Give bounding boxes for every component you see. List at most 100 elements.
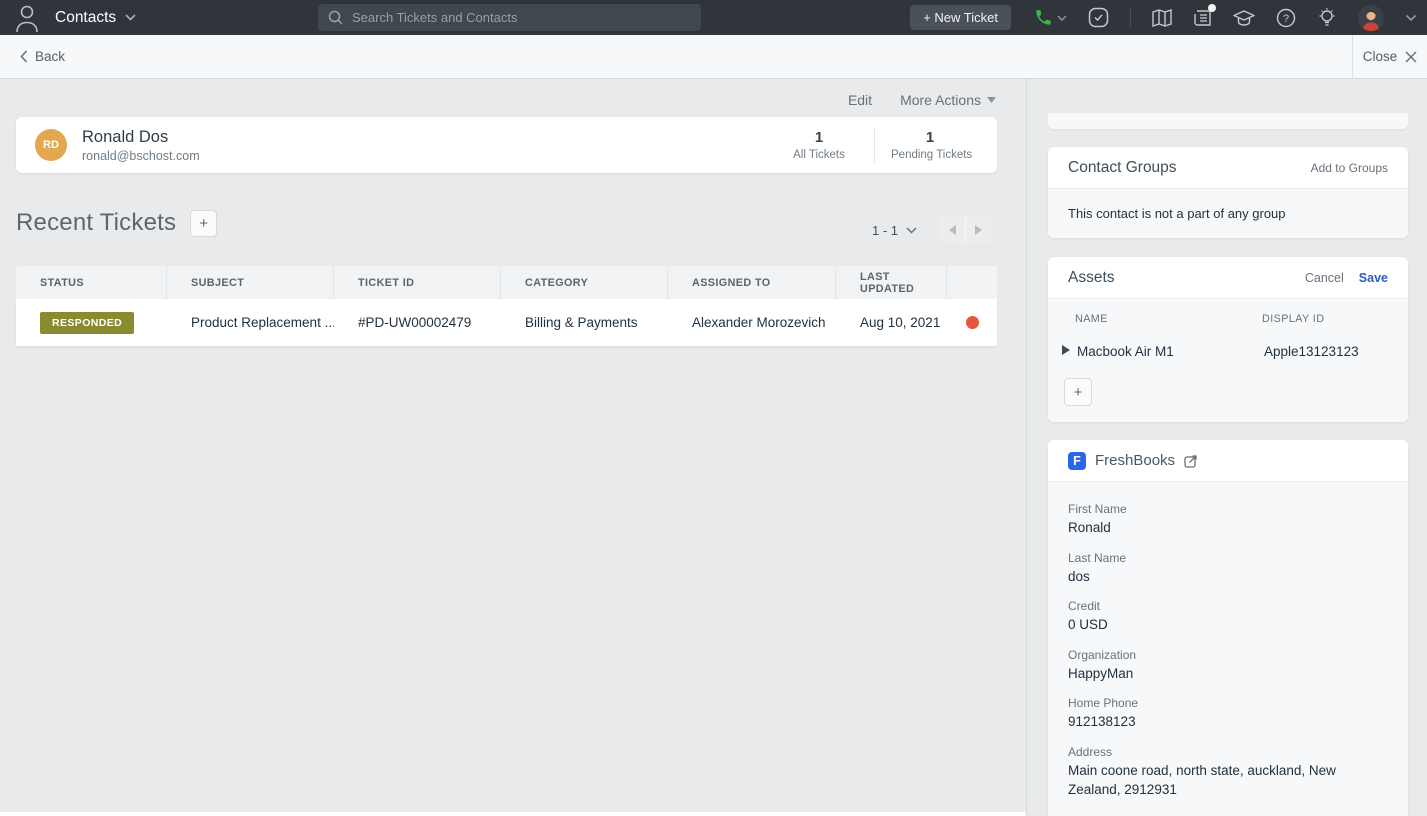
close-button[interactable]: Close <box>1352 35 1427 78</box>
field-value-last-name: dos <box>1068 567 1380 587</box>
field-label-address: Address <box>1068 745 1380 759</box>
module-switcher[interactable]: Contacts <box>55 0 136 35</box>
field-label-organization: Organization <box>1068 648 1380 662</box>
column-header-subject: SUBJECT <box>167 266 334 299</box>
ticket-id: #PD-UW00002479 <box>334 315 501 330</box>
prev-page-button[interactable] <box>939 217 965 243</box>
field-label-home-phone: Home Phone <box>1068 696 1380 710</box>
nav-actions: + New Ticket ? <box>910 0 1417 35</box>
freshbooks-logo-icon: F <box>1068 452 1086 470</box>
pending-tickets-label: Pending Tickets <box>891 149 969 161</box>
all-tickets-label: All Tickets <box>780 149 858 161</box>
close-icon <box>1405 51 1417 63</box>
stat-divider <box>874 127 875 163</box>
contact-avatar: RD <box>35 129 67 161</box>
phone-icon <box>1034 8 1053 27</box>
all-tickets-stat[interactable]: 1 All Tickets <box>780 129 858 161</box>
academy-button[interactable] <box>1233 9 1255 27</box>
assets-title: Assets <box>1068 269 1115 287</box>
check-square-icon <box>1088 7 1109 28</box>
arrow-right-icon <box>975 225 982 235</box>
caret-down-icon <box>987 97 996 103</box>
svg-text:?: ? <box>1283 13 1289 25</box>
chevron-left-icon <box>20 50 28 63</box>
contact-silhouette-icon <box>13 3 41 38</box>
column-header-status: STATUS <box>16 266 167 299</box>
todo-button[interactable] <box>1088 7 1109 28</box>
freshbooks-title: FreshBooks <box>1095 452 1175 469</box>
new-ticket-button[interactable]: + New Ticket <box>910 5 1011 30</box>
page-toolbar: Back Close <box>0 35 1427 79</box>
recent-tickets-title: Recent Tickets <box>16 209 176 237</box>
table-header: STATUS SUBJECT TICKET ID CATEGORY ASSIGN… <box>16 266 997 299</box>
tickets-pagination: 1 - 1 <box>872 217 991 243</box>
recent-tickets-table: STATUS SUBJECT TICKET ID CATEGORY ASSIGN… <box>16 266 997 346</box>
contact-email: ronald@bschost.com <box>82 149 200 163</box>
status-badge: RESPONDED <box>40 312 134 334</box>
back-button[interactable]: Back <box>20 35 65 78</box>
field-value-organization: HappyMan <box>1068 664 1380 684</box>
contact-identity: Ronald Dos ronald@bschost.com <box>82 127 200 164</box>
profile-chevron-icon[interactable] <box>1405 14 1417 22</box>
user-avatar[interactable] <box>1358 5 1384 31</box>
field-value-home-phone: 912138123 <box>1068 712 1380 732</box>
field-value-first-name: Ronald <box>1068 518 1380 538</box>
assets-column-name: NAME <box>1075 313 1262 325</box>
ticket-assigned-to: Alexander Morozevich <box>668 315 836 330</box>
asset-display-id: Apple13123123 <box>1264 344 1359 359</box>
assets-column-display-id: DISPLAY ID <box>1262 313 1324 325</box>
contact-groups-widget: Contact Groups Add to Groups This contac… <box>1048 147 1408 238</box>
expand-caret-icon[interactable] <box>1062 342 1077 360</box>
back-label: Back <box>35 49 65 64</box>
column-header-last-updated: LAST UPDATED <box>836 266 947 299</box>
ideas-button[interactable] <box>1317 7 1337 28</box>
search-icon <box>328 10 343 25</box>
add-ticket-button[interactable]: + <box>190 210 217 237</box>
arrow-left-icon <box>949 225 956 235</box>
add-asset-button[interactable]: + <box>1064 378 1092 406</box>
priority-dot <box>966 316 979 329</box>
assets-save-button[interactable]: Save <box>1359 271 1388 285</box>
recent-tickets-header: Recent Tickets + <box>16 209 217 237</box>
horizontal-scrollbar[interactable] <box>0 812 1026 816</box>
column-header-assigned-to: ASSIGNED TO <box>668 266 836 299</box>
chevron-down-icon <box>1057 15 1067 21</box>
field-label-credit: Credit <box>1068 599 1380 613</box>
question-circle-icon: ? <box>1276 8 1296 28</box>
search-input[interactable] <box>352 10 682 25</box>
assets-widget: Assets Cancel Save NAME DISPLAY ID Macbo… <box>1048 257 1408 422</box>
contact-main-pane: Edit More Actions RD Ronald Dos ronald@b… <box>0 79 1027 816</box>
chevron-down-icon <box>125 14 136 21</box>
external-link-icon[interactable] <box>1184 454 1198 468</box>
contact-groups-title: Contact Groups <box>1068 159 1177 177</box>
more-actions-button[interactable]: More Actions <box>900 92 996 108</box>
help-button[interactable]: ? <box>1276 8 1296 28</box>
map-icon <box>1152 9 1172 27</box>
table-row[interactable]: RESPONDED Product Replacement ... #PD-UW… <box>16 299 997 346</box>
field-value-credit: 0 USD <box>1068 615 1380 635</box>
add-to-groups-button[interactable]: Add to Groups <box>1311 161 1388 175</box>
pending-tickets-stat[interactable]: 1 Pending Tickets <box>891 129 969 161</box>
contact-actions: Edit More Actions <box>848 92 996 108</box>
next-page-button[interactable] <box>965 217 991 243</box>
column-header-priority <box>947 266 997 299</box>
freshbooks-widget: F FreshBooks First Name Ronald Last Name… <box>1048 440 1408 816</box>
field-label-first-name: First Name <box>1068 502 1380 516</box>
all-tickets-count: 1 <box>780 129 858 146</box>
whats-new-button[interactable] <box>1152 9 1172 27</box>
graduation-cap-icon <box>1233 9 1255 27</box>
contact-sidebar: Contact Groups Add to Groups This contac… <box>1028 79 1427 816</box>
page-range-dropdown[interactable]: 1 - 1 <box>872 223 917 238</box>
news-button[interactable] <box>1193 8 1212 27</box>
contact-name: Ronald Dos <box>82 127 200 148</box>
global-search[interactable] <box>318 4 701 31</box>
more-actions-label: More Actions <box>900 92 981 108</box>
edit-button[interactable]: Edit <box>848 92 872 108</box>
ticket-category: Billing & Payments <box>501 315 668 330</box>
asset-row[interactable]: Macbook Air M1 Apple13123123 <box>1048 342 1408 360</box>
pending-tickets-count: 1 <box>891 129 969 146</box>
column-header-ticket-id: TICKET ID <box>334 266 501 299</box>
notification-dot <box>1208 4 1216 12</box>
phone-button[interactable] <box>1034 8 1067 27</box>
assets-cancel-button[interactable]: Cancel <box>1305 271 1344 285</box>
